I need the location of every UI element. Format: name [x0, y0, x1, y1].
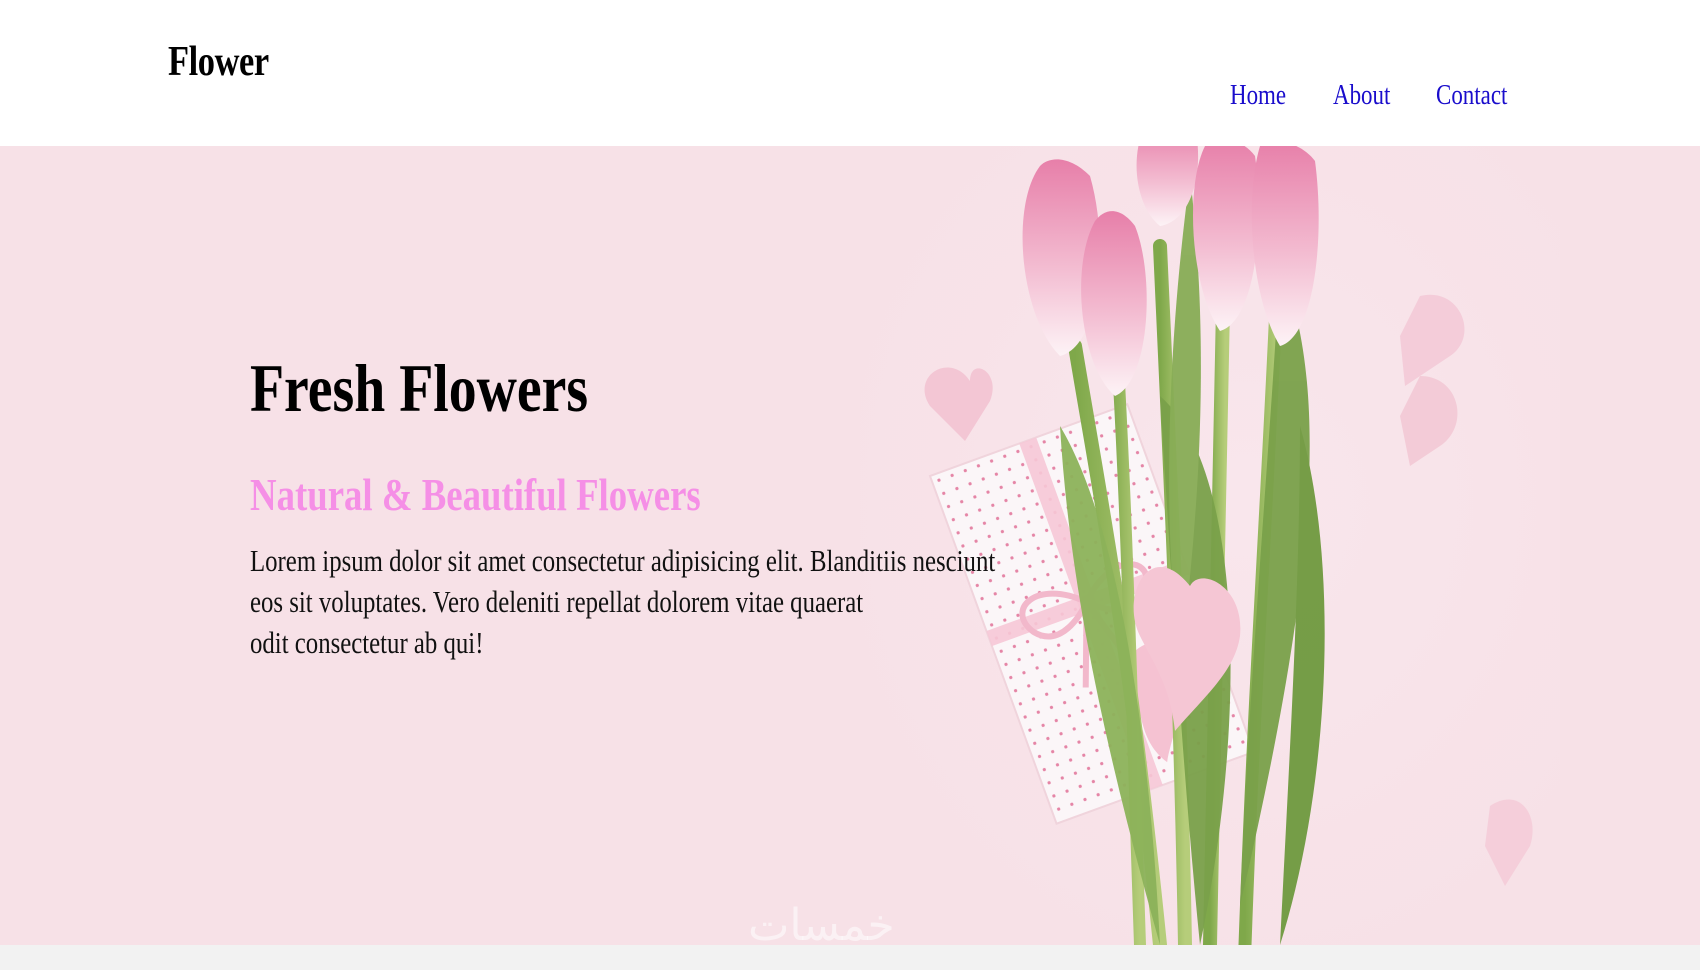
- nav-link-contact[interactable]: Contact: [1436, 80, 1507, 112]
- hero-description-line: eos sit voluptates. Vero deleniti repell…: [250, 584, 864, 619]
- hero-title: Fresh Flowers: [250, 350, 589, 426]
- nav-link-about[interactable]: About: [1333, 80, 1390, 112]
- site-logo[interactable]: Flower: [168, 38, 269, 86]
- footer-strip: [0, 945, 1700, 970]
- hero-description: Lorem ipsum dolor sit amet consectetur a…: [250, 540, 996, 663]
- nav-link-home[interactable]: Home: [1230, 80, 1286, 112]
- hero-section: Fresh Flowers Natural & Beautiful Flower…: [0, 146, 1700, 945]
- hero-text-block: Fresh Flowers Natural & Beautiful Flower…: [250, 350, 996, 663]
- site-header: Flower Home About Contact: [0, 0, 1700, 146]
- hero-subtitle: Natural & Beautiful Flowers: [250, 469, 701, 520]
- hero-description-line: odit consectetur ab qui!: [250, 625, 484, 660]
- main-nav: Home About Contact: [0, 80, 1700, 120]
- hero-description-line: Lorem ipsum dolor sit amet consectetur a…: [250, 543, 996, 578]
- watermark-logo: خمسات: [748, 900, 895, 951]
